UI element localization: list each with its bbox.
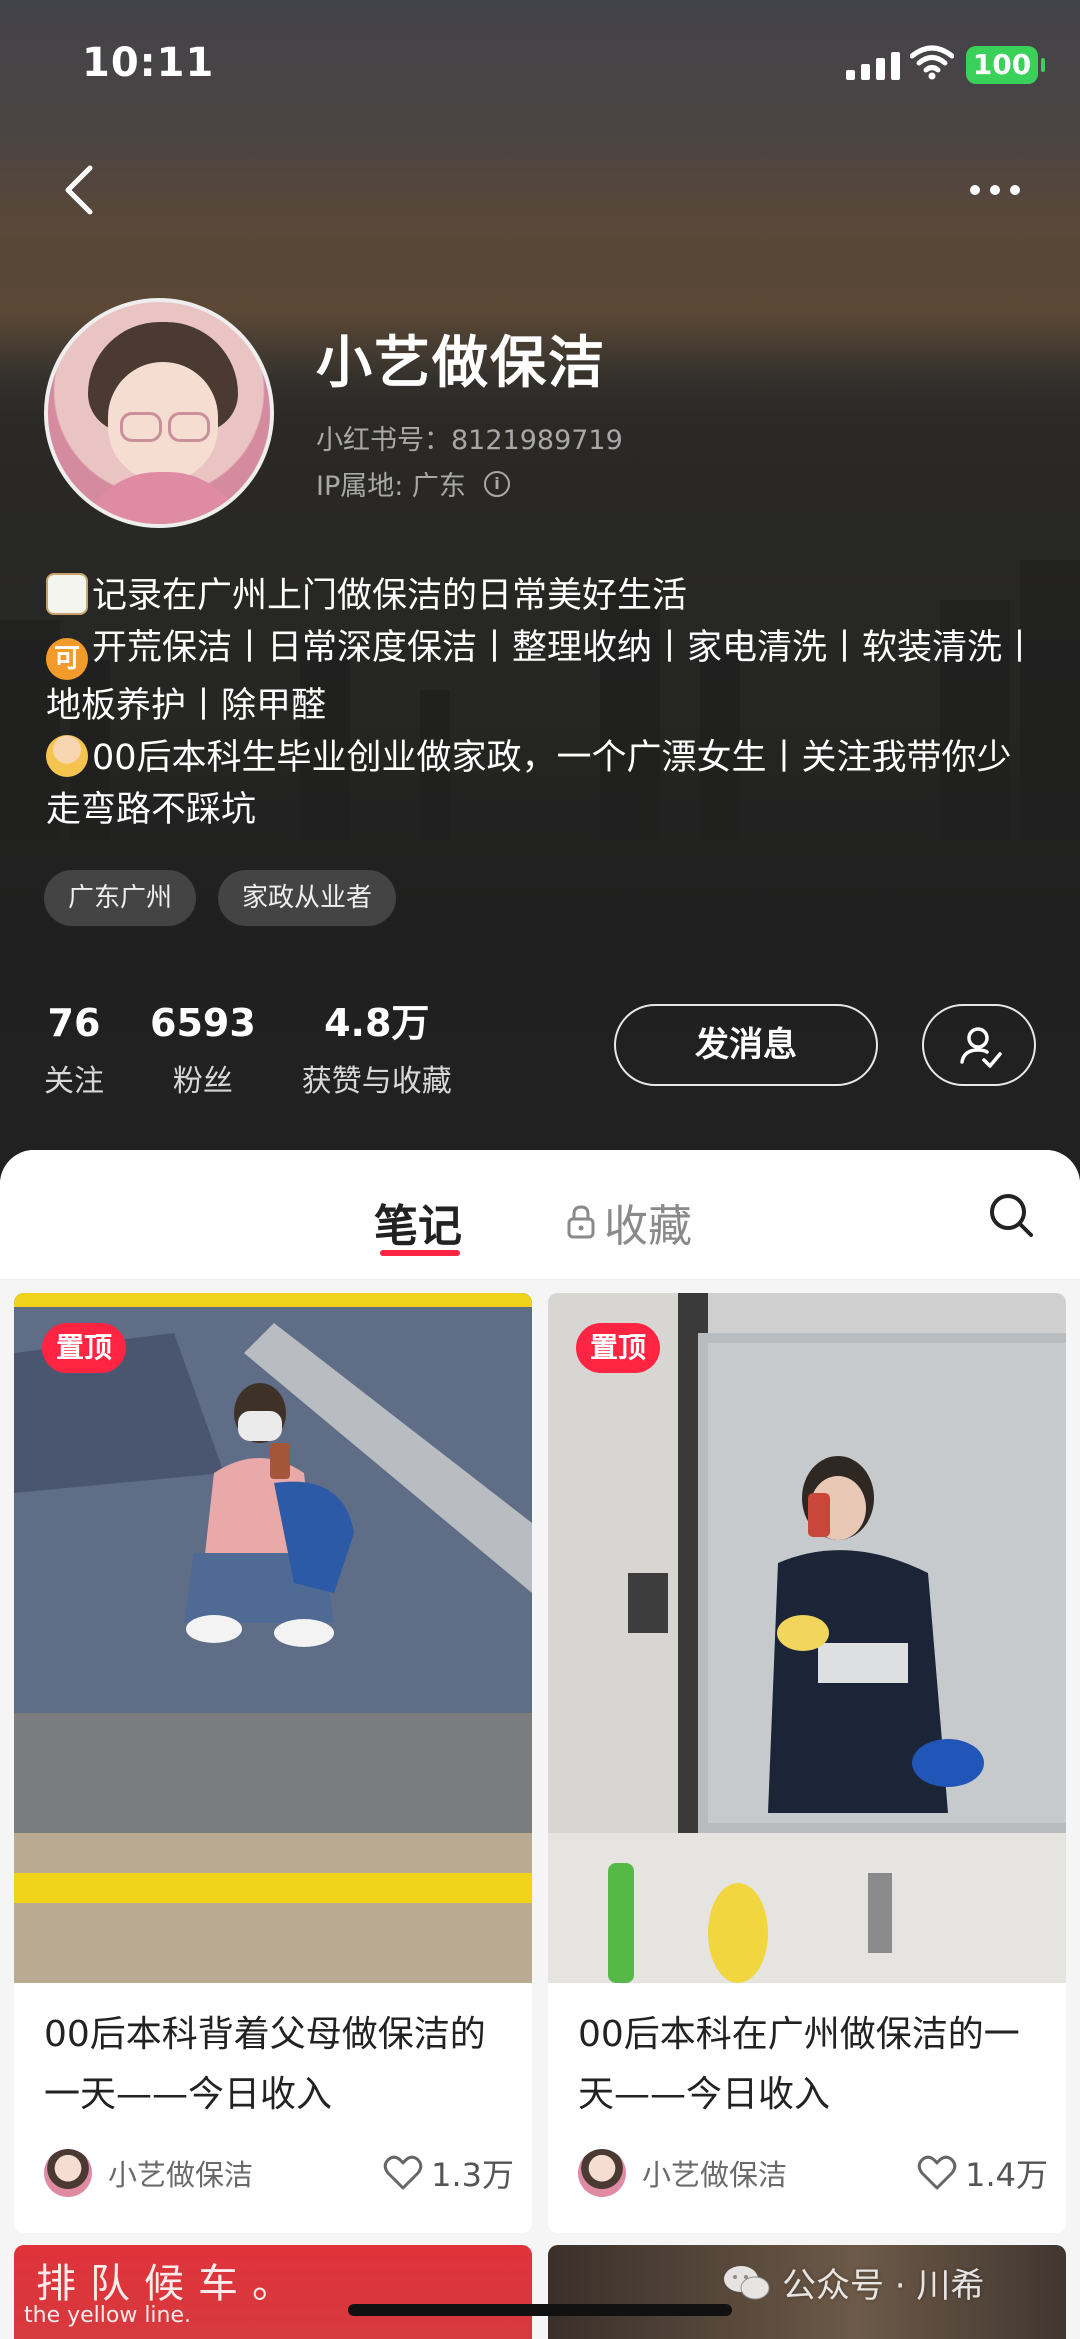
person-emoji-icon <box>46 735 88 777</box>
user-check-icon <box>960 1027 1002 1068</box>
profile-stats: 76 关注 6593 粉丝 4.8万 获赞与收藏 <box>44 1000 498 1100</box>
note-cover-image <box>14 1293 532 1983</box>
bio-line-1: 记录在广州上门做保洁的日常美好生活 <box>46 570 1046 622</box>
wifi-icon <box>910 45 954 80</box>
home-indicator[interactable] <box>348 2304 732 2316</box>
send-message-button[interactable]: 发消息 <box>614 1004 878 1086</box>
followed-button[interactable] <box>922 1004 1036 1086</box>
info-icon[interactable]: i <box>483 470 510 497</box>
note-author[interactable]: 小艺做保洁 <box>108 2152 383 2194</box>
status-time: 10:11 <box>82 40 215 86</box>
heart-icon <box>917 2155 957 2190</box>
note-title: 00后本科在广州做保洁的一天——今日收入 <box>578 2014 1020 2115</box>
preview-text-large: 排队候车。 <box>36 2261 306 2307</box>
back-arrow-icon[interactable] <box>52 160 112 220</box>
like-count: 1.3万 <box>431 2156 514 2194</box>
like-button[interactable]: 1.4万 <box>917 2150 1048 2196</box>
author-avatar[interactable] <box>44 2149 92 2197</box>
bio-line-2: 可开荒保洁丨日常深度保洁丨整理收纳丨家电清洗丨软装清洗丨地板养护丨除甲醛 <box>46 628 1038 726</box>
memo-emoji-icon <box>46 573 88 615</box>
lock-icon <box>567 1205 595 1239</box>
watermark: 公众号 · 川希 <box>722 2258 984 2307</box>
note-card[interactable]: 置顶 00后本科在广州做保洁的一天——今日收入 小艺做保洁 1.4万 <box>548 1293 1066 2233</box>
preview-text-small: the yellow line. <box>24 2303 192 2328</box>
profile-bio: 记录在广州上门做保洁的日常美好生活 可开荒保洁丨日常深度保洁丨整理收纳丨家电清洗… <box>46 570 1046 836</box>
more-options-icon[interactable] <box>970 170 1030 210</box>
note-author[interactable]: 小艺做保洁 <box>642 2152 917 2194</box>
signal-icon <box>846 52 900 80</box>
watermark-text: 公众号 · 川希 <box>782 2266 985 2306</box>
profile-id: 小红书号：8121989719 <box>316 425 623 456</box>
active-tab-indicator <box>380 1250 460 1256</box>
note-title: 00后本科背着父母做保洁的一天——今日收入 <box>44 2014 486 2115</box>
note-footer: 小艺做保洁 1.4万 <box>578 2145 1048 2201</box>
note-card[interactable]: 排队候车。 the yellow line. <box>14 2245 532 2339</box>
author-avatar[interactable] <box>578 2149 626 2197</box>
like-count: 1.4万 <box>965 2156 1048 2194</box>
ke-emoji-icon: 可 <box>46 638 88 680</box>
pinned-badge: 置顶 <box>576 1323 661 1373</box>
note-cover-image <box>548 1293 1066 1983</box>
tag-location[interactable]: 广东广州 <box>44 870 197 926</box>
note-card[interactable]: 置顶 00后本科背着父母做保洁的一天——今日收入 小艺做保洁 1.3万 <box>14 1293 532 2233</box>
status-bar: 10:11 100 <box>0 0 1080 130</box>
profile-name: 小艺做保洁 <box>316 331 606 396</box>
tab-bar <box>0 1150 1080 1280</box>
tab-notes[interactable]: 笔记 <box>374 1190 462 1254</box>
ip-location-text: IP属地: 广东 <box>316 471 466 502</box>
heart-icon <box>383 2155 423 2190</box>
avatar[interactable] <box>44 298 274 528</box>
stat-following[interactable]: 76 关注 <box>44 1000 104 1100</box>
wechat-icon <box>724 2265 770 2299</box>
ip-location: IP属地: 广东 i <box>316 464 510 503</box>
stat-followers[interactable]: 6593 粉丝 <box>150 1000 256 1100</box>
note-footer: 小艺做保洁 1.3万 <box>44 2145 514 2201</box>
battery-indicator: 100 <box>966 46 1045 84</box>
tab-favorites[interactable]: 收藏 <box>566 1190 692 1254</box>
pinned-badge: 置顶 <box>42 1323 127 1373</box>
stat-likes-and-saves[interactable]: 4.8万 获赞与收藏 <box>302 1000 452 1100</box>
tag-occupation[interactable]: 家政从业者 <box>218 870 397 926</box>
like-button[interactable]: 1.3万 <box>383 2150 514 2196</box>
bio-line-3: 00后本科生毕业创业做家政，一个广漂女生丨关注我带你少走弯路不踩坑 <box>46 732 1046 836</box>
profile-tags: 广东广州 家政从业者 <box>44 870 397 926</box>
search-icon[interactable] <box>986 1190 1036 1240</box>
